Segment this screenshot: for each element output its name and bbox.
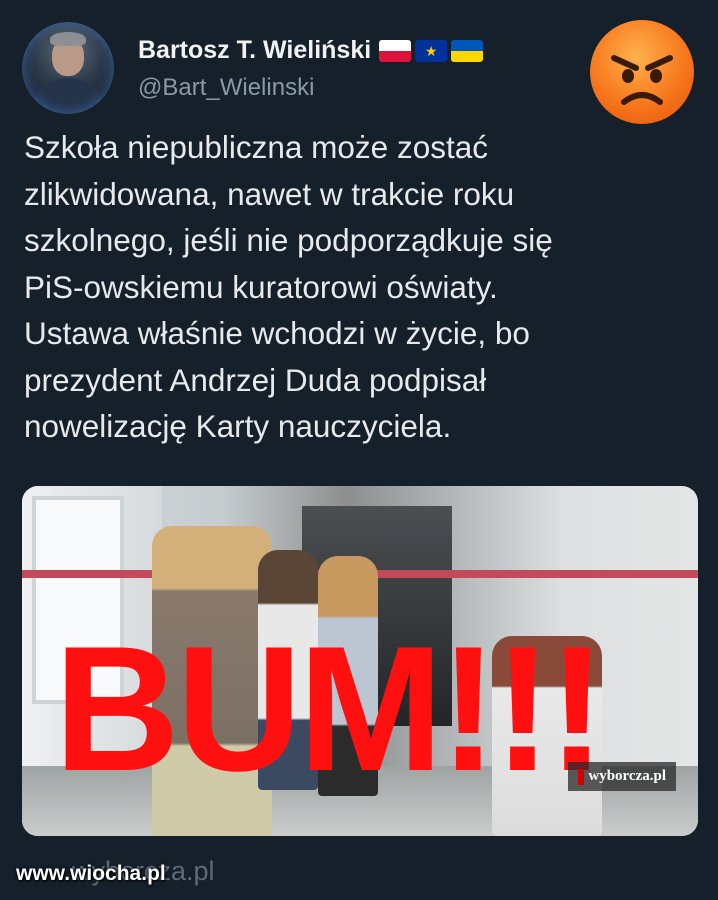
tweet-line: zlikwidowana, nawet w trakcie roku xyxy=(24,175,515,212)
author-name-row: Bartosz T. Wieliński ★ xyxy=(138,36,484,65)
site-watermark: www.wiocha.pl xyxy=(16,862,166,885)
tweet-media-image[interactable]: BUM!!! wyborcza.pl xyxy=(22,486,698,836)
wyborcza-watermark: wyborcza.pl xyxy=(568,762,676,791)
author-flags: ★ xyxy=(379,39,484,62)
poland-flag-icon xyxy=(379,39,412,62)
wyborcza-watermark-text: wyborcza.pl xyxy=(588,768,666,784)
tweet-line: Ustawa właśnie wchodzi w życie, bo xyxy=(24,315,530,351)
wyborcza-logo-mark xyxy=(578,768,585,785)
tweet-text: Szkoła niepubliczna może zostać zlikwido… xyxy=(24,124,694,450)
author-handle[interactable]: @Bart_Wielinski xyxy=(138,74,314,102)
tweet-header: Bartosz T. Wieliński ★ @Bart_Wielinski xyxy=(22,20,698,124)
ukraine-flag-icon xyxy=(451,39,484,62)
tweet-line: Szkoła niepubliczna może zostać xyxy=(24,129,488,165)
tweet-line: nowelizację Karty nauczyciela. xyxy=(24,408,452,444)
tweet-line: PiS-owskiemu kuratorowi oświaty. xyxy=(24,268,498,305)
tweet-line: prezydent Andrzej Duda podpisał xyxy=(24,361,487,398)
avatar-glow xyxy=(22,22,114,114)
angry-face-icon xyxy=(590,20,694,124)
author-display-name[interactable]: Bartosz T. Wieliński xyxy=(138,36,371,65)
eu-flag-icon: ★ xyxy=(415,39,448,62)
tweet-line: szkolnego, jeśli nie podporządkuje się xyxy=(24,222,553,258)
bum-overlay-text: BUM!!! xyxy=(54,609,606,808)
author-avatar[interactable] xyxy=(22,22,114,114)
